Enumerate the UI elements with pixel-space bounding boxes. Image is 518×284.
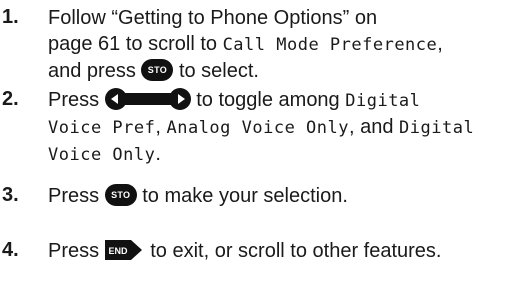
left-right-arrow-key-icon (104, 87, 191, 110)
step-text-segment: to toggle among (190, 89, 346, 111)
lcd-menu-text: Digital (345, 91, 421, 111)
step-text: Follow “Getting to Phone Options” on pag… (48, 5, 516, 84)
step-text-segment: Press (48, 89, 105, 111)
step-number: 3. (2, 184, 19, 206)
step-text-segment: to select. (173, 60, 259, 82)
step-text: Press END to exit, or scroll to other fe… (48, 238, 516, 264)
step-line: Press END to exit, or scroll to other fe… (48, 238, 516, 264)
step-text-segment: , (437, 33, 443, 55)
step-text-segment: . (155, 143, 161, 165)
step-text-segment: to exit, or scroll to other features. (144, 240, 442, 262)
lcd-menu-text: Analog Voice Only (166, 118, 349, 138)
lcd-menu-text: Digital (399, 118, 475, 138)
step-text-segment: , and (348, 116, 400, 138)
lcd-menu-text: Voice Only (48, 145, 156, 165)
step-line: Press to toggle among Digital (48, 87, 516, 114)
lcd-menu-text: Call Mode Preference (222, 35, 438, 55)
step-number: 4. (2, 239, 19, 261)
sto-key-icon: STO (141, 58, 174, 81)
lcd-menu-text: Voice Pref (48, 118, 156, 138)
step-text: Press to toggle among Digital Voice Pref… (48, 87, 516, 168)
step-line: Follow “Getting to Phone Options” on (48, 5, 516, 31)
step-text-segment: , (155, 116, 167, 138)
step-text-segment: Press (48, 185, 105, 207)
step-line: and press STO to select. (48, 58, 516, 84)
step-text-segment: page 61 to scroll to (48, 33, 223, 55)
step-line: page 61 to scroll to Call Mode Preferenc… (48, 31, 516, 58)
step-number: 2. (2, 88, 19, 110)
step-text: Press STO to make your selection. (48, 183, 516, 209)
step-text-segment: to make your selection. (136, 185, 348, 207)
step-line: Press STO to make your selection. (48, 183, 516, 209)
step-text-segment: Press (48, 240, 105, 262)
end-key-icon: END (104, 239, 143, 261)
sto-key-icon: STO (104, 183, 137, 206)
end-key-label: END (108, 246, 128, 256)
step-line: Voice Pref, Analog Voice Only, and Digit… (48, 114, 516, 141)
step-line: Voice Only. (48, 141, 516, 168)
step-text-segment: Follow “Getting to Phone Options” on (48, 7, 378, 29)
step-text-segment: and press (48, 60, 142, 82)
step-number: 1. (2, 6, 19, 28)
